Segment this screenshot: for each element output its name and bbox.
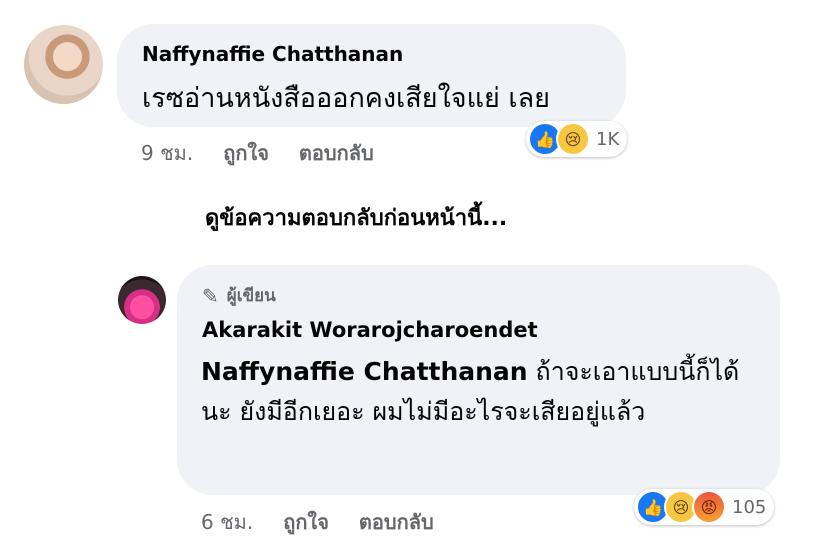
sad-reaction-icon: 😢 xyxy=(556,122,590,156)
reply-text: Naffynaffie Chatthanan ถ้าจะเอาแบบนี้ก็ไ… xyxy=(201,352,761,432)
reply-time[interactable]: 6 ชม. xyxy=(201,506,253,538)
reply-author[interactable]: Akarakit Worarojcharoendet xyxy=(202,318,538,342)
pen-icon: ✎ xyxy=(202,283,219,308)
view-previous-replies-link[interactable]: ดูข้อความตอบกลับก่อนหน้านี้... xyxy=(205,200,507,235)
comment-author[interactable]: Naffynaffie Chatthanan xyxy=(142,42,403,66)
like-button[interactable]: ถูกใจ xyxy=(223,137,269,169)
reply-button[interactable]: ตอบกลับ xyxy=(359,506,434,538)
like-button[interactable]: ถูกใจ xyxy=(283,506,329,538)
reply-actions: 6 ชม. ถูกใจ ตอบกลับ xyxy=(201,506,434,538)
comment-actions: 9 ชม. ถูกใจ ตอบกลับ xyxy=(141,137,374,169)
angry-reaction-icon: 😡 xyxy=(692,490,726,524)
reply-reactions[interactable]: 👍 😢 😡 105 xyxy=(634,489,775,525)
comment-reactions[interactable]: 👍 😢 1K xyxy=(526,121,628,157)
reply-button[interactable]: ตอบกลับ xyxy=(299,137,374,169)
reaction-count: 105 xyxy=(732,496,767,518)
commenter-avatar[interactable] xyxy=(24,25,103,104)
comment-time[interactable]: 9 ชม. xyxy=(141,137,193,169)
replier-avatar[interactable] xyxy=(118,276,166,324)
comment-text: เรซอ่านหนังสือออกคงเสียใจแย่ เลย xyxy=(142,83,550,114)
reaction-count: 1K xyxy=(596,128,620,150)
author-badge: ✎ ผู้เขียน xyxy=(202,282,276,309)
reply-mention[interactable]: Naffynaffie Chatthanan xyxy=(201,357,528,386)
author-badge-label: ผู้เขียน xyxy=(226,286,276,306)
